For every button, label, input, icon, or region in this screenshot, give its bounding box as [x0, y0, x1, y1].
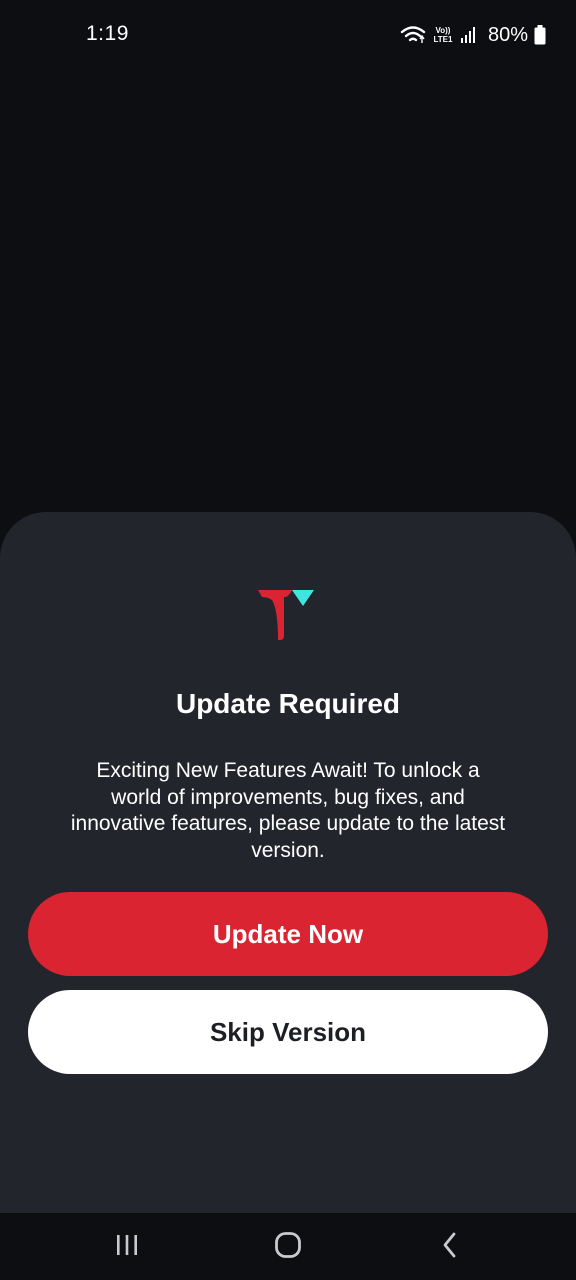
recents-icon	[114, 1233, 140, 1262]
back-button[interactable]	[428, 1231, 472, 1263]
dialog-title: Update Required	[175, 688, 401, 719]
signal-icon	[460, 26, 478, 44]
battery-icon	[534, 25, 546, 45]
volte-label: Vo))	[435, 26, 451, 35]
update-now-button[interactable]: Update Now	[28, 892, 548, 976]
dialog-message: Exciting New Features Await! To unlock a…	[70, 759, 506, 862]
battery-percent: 80%	[487, 23, 528, 46]
recents-button[interactable]	[105, 1231, 149, 1263]
home-button[interactable]	[266, 1231, 310, 1263]
back-icon	[440, 1231, 460, 1264]
status-time: 1:19	[86, 22, 129, 45]
navigation-bar	[0, 1213, 576, 1280]
wifi-icon	[400, 25, 426, 45]
home-icon	[274, 1231, 302, 1264]
app-logo-icon	[256, 588, 316, 644]
skip-version-button[interactable]: Skip Version	[28, 990, 548, 1074]
network-type-label: Vo)) LTE1	[432, 26, 454, 44]
status-bar: 1:19 Vo)) LTE1 80%	[0, 0, 576, 70]
status-icons: Vo)) LTE1 80%	[400, 22, 546, 48]
lte-label: LTE1	[433, 35, 453, 44]
screen: 1:19 Vo)) LTE1 80% Update Required Excit…	[0, 0, 576, 1280]
